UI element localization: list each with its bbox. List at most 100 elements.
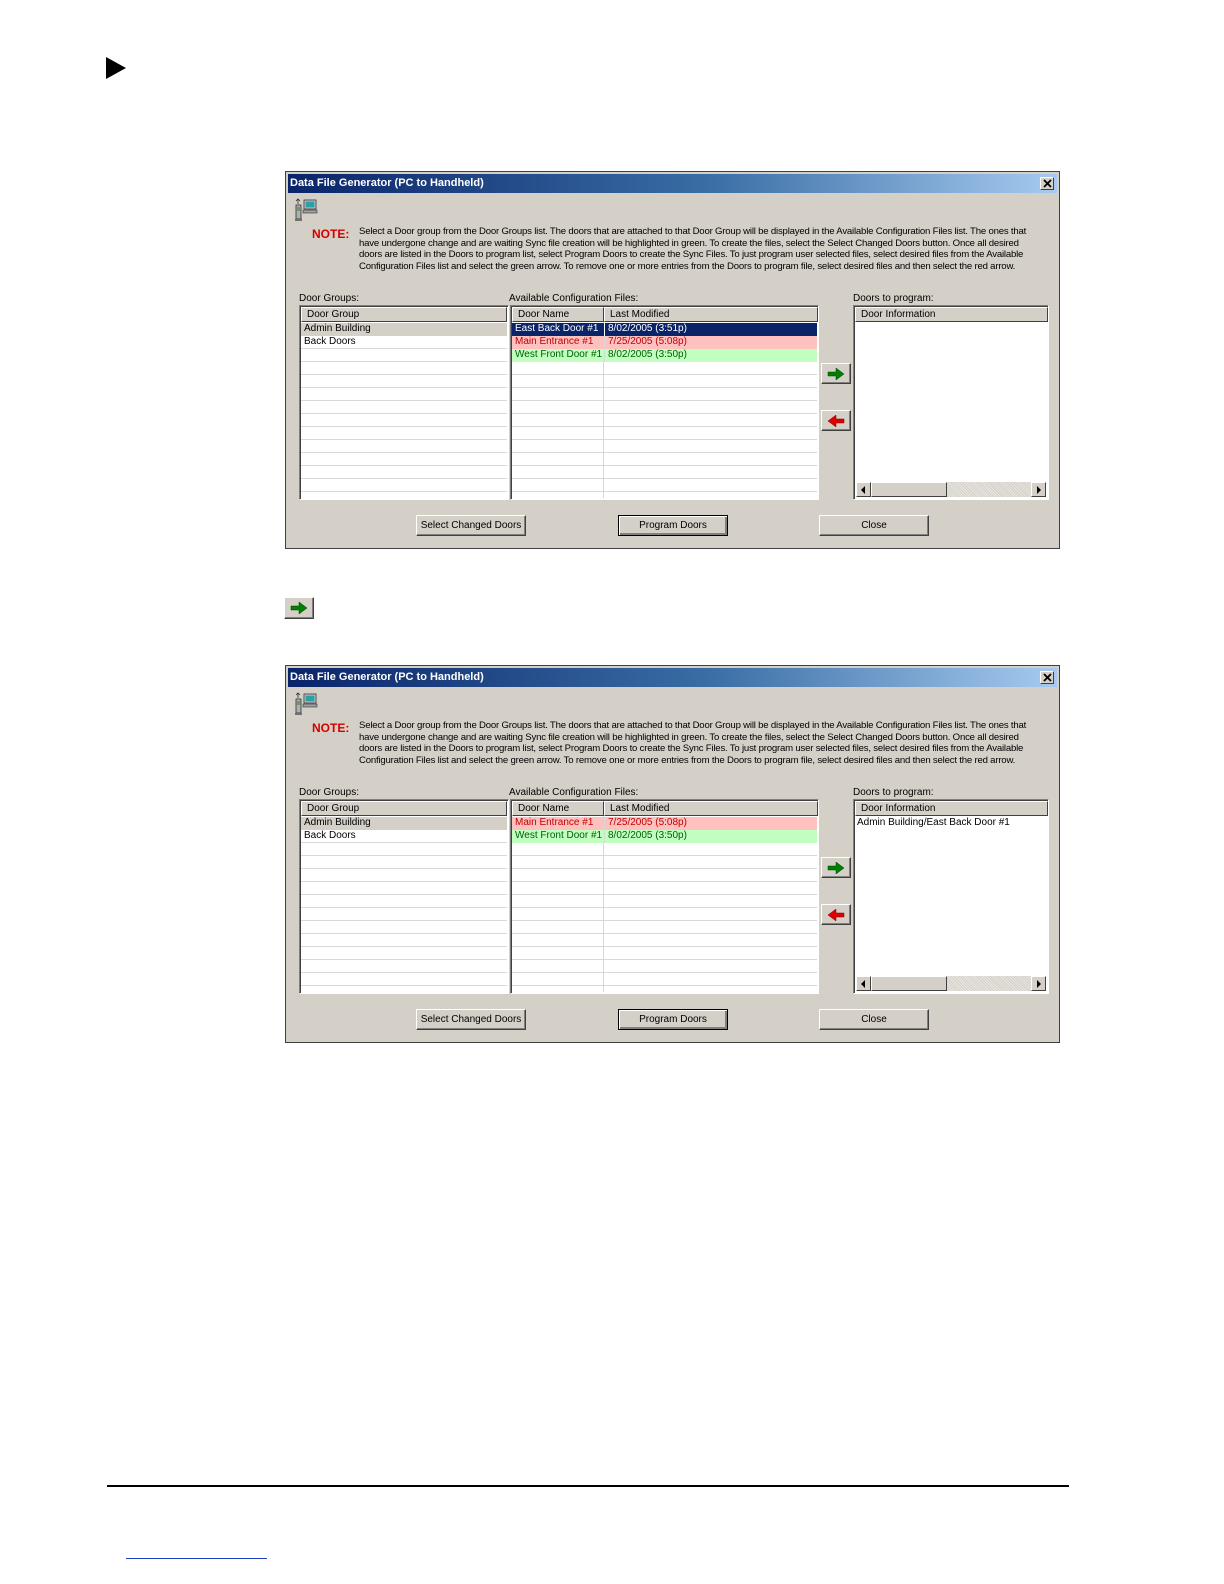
note-text: Select a Door group from the Door Groups…: [359, 720, 1027, 767]
scroll-left-button[interactable]: [856, 976, 871, 991]
program-doors-button[interactable]: Program Doors: [618, 1009, 728, 1030]
config-file-row[interactable]: West Front Door #1 8/02/2005 (3:50p): [512, 349, 817, 362]
doors-to-program-label: Doors to program:: [853, 293, 934, 304]
config-file-row[interactable]: West Front Door #1 8/02/2005 (3:50p): [512, 830, 817, 843]
title-bar[interactable]: Data File Generator (PC to Handheld): [288, 174, 1057, 193]
close-button[interactable]: Close: [819, 515, 929, 536]
horizontal-scrollbar[interactable]: [856, 976, 1046, 991]
scroll-thumb[interactable]: [871, 976, 947, 991]
last-modified-cell: 7/25/2005 (5:08p): [604, 336, 818, 349]
grid-line: [512, 868, 817, 869]
note-label: NOTE:: [312, 227, 350, 241]
grid-line: [512, 894, 817, 895]
door-group-row[interactable]: Admin Building: [301, 817, 507, 830]
door-groups-list[interactable]: Door Group Admin Building Back Doors: [299, 305, 509, 500]
grid-line: [301, 400, 507, 401]
grid-line: [301, 985, 507, 986]
data-file-generator-dialog-after: Data File Generator (PC to Handheld) NOT…: [285, 665, 1060, 1043]
grid-line: [512, 387, 817, 388]
configuration-files-list[interactable]: Door Name Last Modified Main Entrance #1…: [510, 799, 819, 994]
door-name-column-header[interactable]: Door Name: [512, 801, 604, 816]
configuration-files-list[interactable]: Door Name Last Modified East Back Door #…: [510, 305, 819, 500]
select-changed-doors-button[interactable]: Select Changed Doors: [416, 515, 526, 536]
door-name-cell: East Back Door #1: [515, 323, 599, 334]
config-files-label: Available Configuration Files:: [509, 787, 639, 798]
config-file-row[interactable]: East Back Door #1 8/02/2005 (3:51p): [512, 323, 817, 336]
grid-line: [512, 959, 817, 960]
grid-line: [301, 933, 507, 934]
last-modified-column-header[interactable]: Last Modified: [604, 307, 818, 322]
config-file-row[interactable]: Main Entrance #1 7/25/2005 (5:08p): [512, 336, 817, 349]
door-group-column-header[interactable]: Door Group: [301, 801, 507, 816]
dialog-title: Data File Generator (PC to Handheld): [290, 671, 484, 683]
last-modified-column-header[interactable]: Last Modified: [604, 801, 818, 816]
door-groups-label: Door Groups:: [299, 787, 360, 798]
door-name-cell: West Front Door #1: [515, 830, 603, 841]
close-window-button[interactable]: [1040, 177, 1054, 190]
grid-line: [301, 413, 507, 414]
door-group-name: Back Doors: [304, 336, 356, 347]
green-right-arrow-icon: [827, 367, 845, 381]
scroll-right-button[interactable]: [1031, 482, 1046, 497]
grid-line: [512, 972, 817, 973]
grid-line: [512, 439, 817, 440]
doors-to-program-label: Doors to program:: [853, 787, 934, 798]
grid-line: [301, 478, 507, 479]
door-information-item[interactable]: Admin Building/East Back Door #1: [857, 817, 1010, 828]
grid-line: [301, 946, 507, 947]
grid-line: [512, 426, 817, 427]
door-group-column-header[interactable]: Door Group: [301, 307, 507, 322]
horizontal-scrollbar[interactable]: [856, 482, 1046, 497]
config-files-label: Available Configuration Files:: [509, 293, 639, 304]
door-information-column-header[interactable]: Door Information: [855, 801, 1048, 816]
grid-line: [512, 855, 817, 856]
title-bar[interactable]: Data File Generator (PC to Handheld): [288, 668, 1057, 687]
grid-line: [301, 491, 507, 492]
bullet-arrow-icon: [106, 57, 126, 79]
page-rule: [107, 1485, 1069, 1487]
door-groups-list[interactable]: Door Group Admin Building Back Doors: [299, 799, 509, 994]
grid-line: [512, 907, 817, 908]
grid-line: [512, 985, 817, 986]
remove-from-program-button[interactable]: [821, 904, 851, 925]
note-text: Select a Door group from the Door Groups…: [359, 226, 1027, 273]
scroll-right-button[interactable]: [1031, 976, 1046, 991]
door-groups-label: Door Groups:: [299, 293, 360, 304]
close-button[interactable]: Close: [819, 1009, 929, 1030]
note-label: NOTE:: [312, 721, 350, 735]
select-changed-doors-button[interactable]: Select Changed Doors: [416, 1009, 526, 1030]
door-name-cell: Main Entrance #1: [515, 336, 594, 347]
grid-line: [512, 946, 817, 947]
grid-line: [301, 855, 507, 856]
data-file-generator-dialog: Data File Generator (PC to Handheld) NOT…: [285, 171, 1060, 549]
program-doors-button[interactable]: Program Doors: [618, 515, 728, 536]
door-group-name: Admin Building: [304, 817, 371, 828]
add-to-program-button[interactable]: [821, 363, 851, 384]
grid-line: [512, 452, 817, 453]
last-modified-cell: 8/02/2005 (3:50p): [604, 349, 818, 362]
doors-to-program-list[interactable]: Door Information: [853, 305, 1049, 500]
last-modified-cell: 8/02/2005 (3:51p): [604, 323, 818, 336]
grid-line: [301, 387, 507, 388]
remove-from-program-button[interactable]: [821, 410, 851, 431]
add-to-program-button[interactable]: [821, 857, 851, 878]
dialog-title: Data File Generator (PC to Handheld): [290, 177, 484, 189]
scroll-thumb[interactable]: [871, 482, 947, 497]
red-left-arrow-icon: [827, 414, 845, 428]
scroll-left-button[interactable]: [856, 482, 871, 497]
config-file-row[interactable]: Main Entrance #1 7/25/2005 (5:08p): [512, 817, 817, 830]
doors-to-program-list[interactable]: Door Information Admin Building/East Bac…: [853, 799, 1049, 994]
scroll-right-icon: [1037, 980, 1041, 988]
close-window-button[interactable]: [1040, 671, 1054, 684]
scroll-right-icon: [1037, 486, 1041, 494]
door-group-name: Back Doors: [304, 830, 356, 841]
door-group-row[interactable]: Admin Building: [301, 323, 507, 336]
door-group-row[interactable]: Back Doors: [301, 336, 507, 349]
grid-line: [512, 491, 817, 492]
grid-line: [301, 972, 507, 973]
door-group-row[interactable]: Back Doors: [301, 830, 507, 843]
green-right-arrow-icon: [827, 861, 845, 875]
door-information-column-header[interactable]: Door Information: [855, 307, 1048, 322]
footer-link[interactable]: [126, 1558, 267, 1559]
door-name-column-header[interactable]: Door Name: [512, 307, 604, 322]
